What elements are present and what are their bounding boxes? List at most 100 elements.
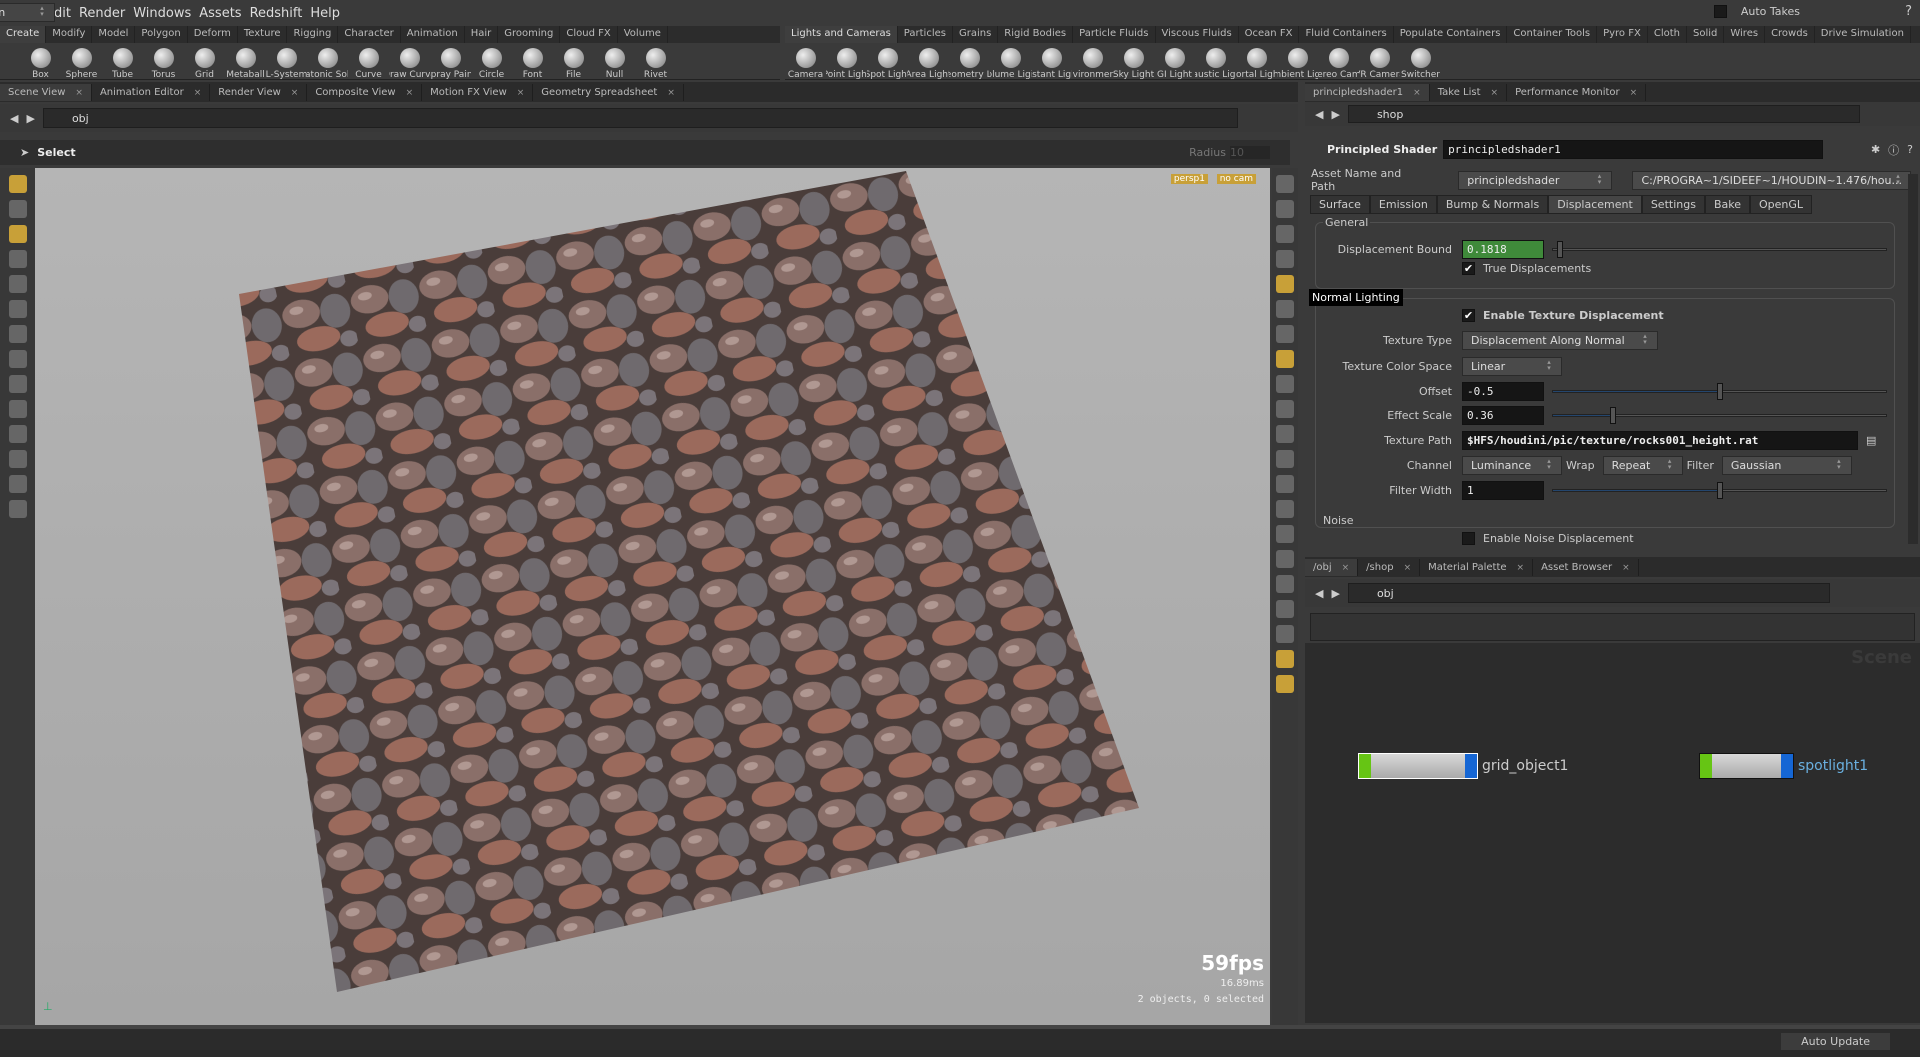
normal-lighting-button[interactable] xyxy=(1276,275,1294,293)
pane-tab[interactable]: /shop × xyxy=(1358,558,1421,576)
shelf-tool[interactable]: GI Light xyxy=(1154,48,1195,80)
pane-tab[interactable]: Render View × xyxy=(210,83,308,101)
shelf-tool[interactable]: Stereo Cam... xyxy=(1318,48,1359,80)
shelf-tab[interactable]: Animation xyxy=(401,26,465,43)
displacement-bound-slider[interactable] xyxy=(1552,241,1887,258)
close-tab-icon[interactable]: × xyxy=(667,88,675,98)
shelf-tab[interactable]: Wires xyxy=(1724,26,1766,43)
radius-field[interactable]: 10 xyxy=(1230,146,1270,159)
shelf-tool[interactable]: Caustic Light xyxy=(1195,48,1236,80)
menu-render[interactable]: Render xyxy=(79,6,125,21)
shelf-tab[interactable]: Hair xyxy=(465,26,499,43)
auto-takes[interactable]: Auto Takes xyxy=(1713,5,1800,18)
back-icon[interactable]: ◀ xyxy=(1315,587,1323,600)
shelf-tool[interactable]: Volume Light xyxy=(990,48,1031,80)
take-select[interactable]: Main xyxy=(0,3,55,22)
gear-icon[interactable]: ✱ xyxy=(1871,143,1880,156)
effect-scale-slider[interactable] xyxy=(1552,407,1887,424)
shelf-tab[interactable]: Container Tools xyxy=(1507,26,1598,43)
shelf-tab[interactable]: Cloud FX xyxy=(560,26,618,43)
shelf-tool[interactable]: Font xyxy=(512,48,553,80)
shelf-tool[interactable]: Torus xyxy=(143,48,184,80)
shelf-tab[interactable]: Grains xyxy=(953,26,999,43)
shelf-tool[interactable]: Geometry L... xyxy=(949,48,990,80)
pane-tab[interactable]: Geometry Spreadsheet × xyxy=(533,83,684,101)
pane-tab[interactable]: Take List × xyxy=(1430,83,1508,101)
shelf-tab[interactable]: Particles xyxy=(898,26,953,43)
help-icon[interactable]: ? xyxy=(1907,143,1913,156)
no-cam-menu[interactable]: no cam xyxy=(1216,174,1256,184)
close-tab-icon[interactable]: × xyxy=(1491,88,1499,98)
pane-tab[interactable]: Performance Monitor × xyxy=(1507,83,1647,101)
channel-menu[interactable]: Luminance xyxy=(1462,456,1562,475)
shelf-tab[interactable]: Rigid Bodies xyxy=(998,26,1074,43)
shelf-tool[interactable]: Sky Light xyxy=(1113,48,1154,80)
node-spotlight1[interactable]: spotlight1 xyxy=(1699,753,1868,779)
back-icon[interactable]: ◀ xyxy=(10,112,18,125)
shelf-tab[interactable]: Viscous Fluids xyxy=(1156,26,1239,43)
offset-slider[interactable] xyxy=(1552,383,1887,400)
parm-path-field[interactable]: shop xyxy=(1347,105,1860,123)
forward-icon[interactable]: ▶ xyxy=(1331,587,1339,600)
shelf-tab[interactable]: Particle Fluids xyxy=(1073,26,1156,43)
close-tab-icon[interactable]: × xyxy=(1413,88,1421,98)
auto-update-menu[interactable]: Auto Update xyxy=(1781,1033,1890,1050)
shelf-tool[interactable]: VR Camera xyxy=(1359,48,1400,80)
shelf-tool[interactable]: Grid xyxy=(184,48,225,80)
shelf-tool[interactable]: L-System xyxy=(266,48,307,80)
network-editor[interactable]: Scene grid_object1 spotlight1 xyxy=(1305,643,1920,1023)
shelf-tool[interactable]: Rivet xyxy=(635,48,676,80)
pane-tab[interactable]: Composite View × xyxy=(307,83,423,101)
enable-noise-checkbox[interactable] xyxy=(1462,532,1475,545)
asset-path-menu[interactable]: C:/PROGRA~1/SIDEEF~1/HOUDIN~1.476/hou... xyxy=(1632,170,1911,190)
shelf-tool[interactable]: File xyxy=(553,48,594,80)
forward-icon[interactable]: ▶ xyxy=(1331,108,1339,121)
network-path-field[interactable]: obj xyxy=(1347,583,1830,603)
shelf-tool[interactable]: Area Light xyxy=(908,48,949,80)
select-arrow-icon[interactable]: ➤ xyxy=(20,146,29,159)
shelf-tab[interactable]: Crowds xyxy=(1765,26,1815,43)
help-icon[interactable]: ? xyxy=(1905,4,1912,19)
shelf-tab[interactable]: Texture xyxy=(238,26,288,43)
pane-tab[interactable]: principledshader1 × xyxy=(1305,83,1430,101)
shelf-tool[interactable]: Sphere xyxy=(61,48,102,80)
close-tab-icon[interactable]: × xyxy=(406,88,414,98)
close-tab-icon[interactable]: × xyxy=(1404,563,1412,573)
filter-width-field[interactable]: 1 xyxy=(1462,481,1544,500)
parm-tab[interactable]: Displacement xyxy=(1548,194,1642,214)
shelf-tab[interactable]: Deform xyxy=(188,26,238,43)
shelf-tool[interactable]: Tube xyxy=(102,48,143,80)
pane-tab[interactable]: Motion FX View × xyxy=(422,83,534,101)
shelf-tab[interactable]: Grooming xyxy=(498,26,561,43)
shelf-tool[interactable]: Point Light xyxy=(826,48,867,80)
info-icon[interactable]: ⓘ xyxy=(1888,142,1899,158)
menu-windows[interactable]: Windows xyxy=(133,6,191,21)
node-name-field[interactable]: principledshader1 xyxy=(1443,140,1824,159)
texture-type-menu[interactable]: Displacement Along Normal xyxy=(1462,331,1658,350)
close-tab-icon[interactable]: × xyxy=(194,88,202,98)
shelf-tool[interactable]: Spray Paint xyxy=(430,48,471,80)
close-tab-icon[interactable]: × xyxy=(291,88,299,98)
shelf-tool[interactable]: Null xyxy=(594,48,635,80)
shelf-tab[interactable]: Ocean FX xyxy=(1239,26,1300,43)
close-tab-icon[interactable]: × xyxy=(1342,563,1350,573)
shelf-tool[interactable]: Curve xyxy=(348,48,389,80)
shelf-tab[interactable]: Create xyxy=(0,26,47,43)
asset-name-menu[interactable]: principledshader xyxy=(1458,170,1613,190)
shelf-tool[interactable]: Draw Curve xyxy=(389,48,430,80)
parm-tab[interactable]: Bump & Normals xyxy=(1436,194,1549,214)
pane-tab[interactable]: Asset Browser × xyxy=(1533,558,1639,576)
shelf-tab[interactable]: Character xyxy=(338,26,401,43)
shelf-tab[interactable]: Lights and Cameras xyxy=(785,26,898,43)
forward-icon[interactable]: ▶ xyxy=(26,112,34,125)
shelf-tab[interactable]: Cloth xyxy=(1648,26,1687,43)
filter-menu[interactable]: Gaussian xyxy=(1721,456,1852,475)
shelf-tool[interactable]: Switcher xyxy=(1400,48,1441,80)
node-grid-object1[interactable]: grid_object1 xyxy=(1358,753,1568,779)
texture-path-field[interactable]: $HFS/houdini/pic/texture/rocks001_height… xyxy=(1462,431,1858,450)
shelf-tool[interactable]: Spot Light xyxy=(867,48,908,80)
offset-field[interactable]: -0.5 xyxy=(1462,382,1544,401)
shelf-tool[interactable]: Box xyxy=(20,48,61,80)
displacement-bound-field[interactable]: 0.1818 xyxy=(1462,240,1544,259)
shelf-tab[interactable]: Rigging xyxy=(287,26,339,43)
